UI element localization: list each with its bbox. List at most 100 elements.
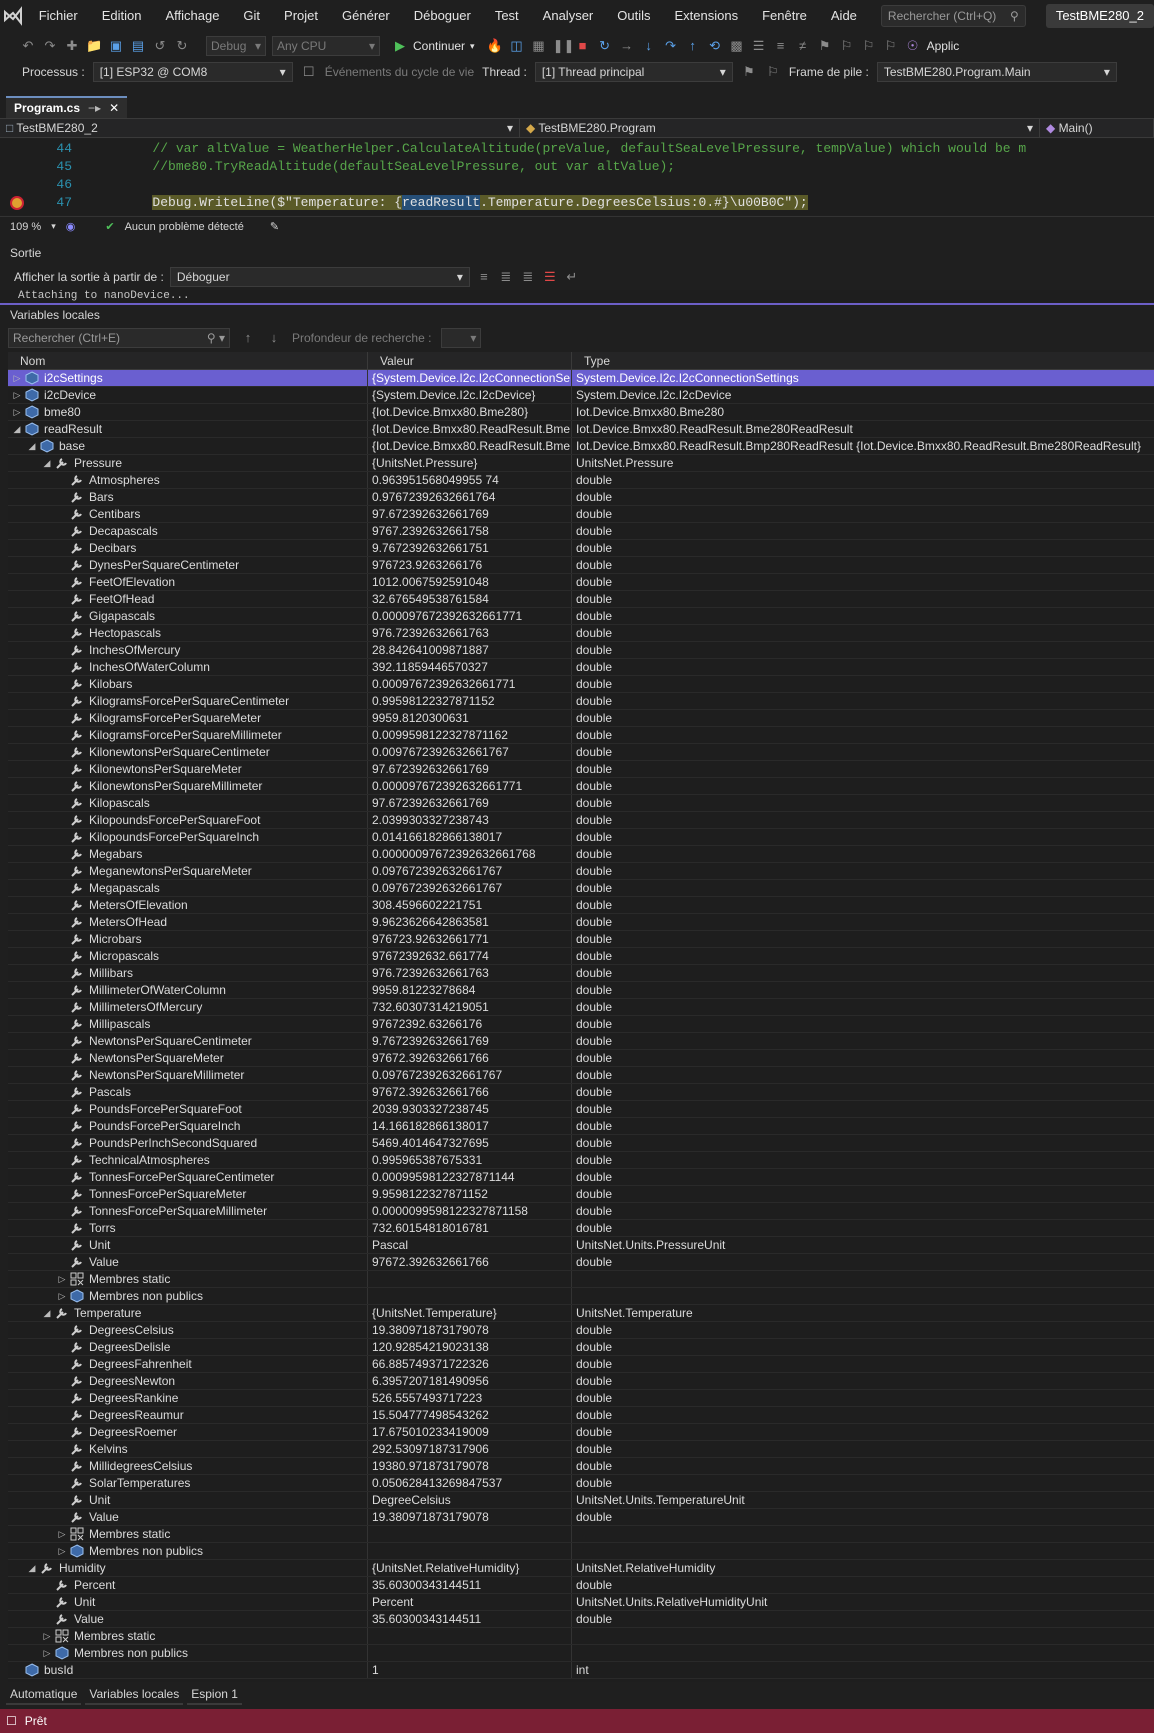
locals-value-cell[interactable]: 97.672392632661769 [368, 795, 572, 811]
locals-value-cell[interactable]: 308.4596602221751 [368, 897, 572, 913]
collapsed-triangle-icon[interactable]: ▷ [40, 1631, 54, 1642]
issues-status[interactable]: Aucun problème détecté [125, 221, 244, 233]
locals-row[interactable]: ▷ Membres static [8, 1526, 1154, 1543]
locals-value-cell[interactable]: {System.Device.I2c.I2cConnectionSe... [368, 370, 572, 386]
locals-value-cell[interactable]: 32.676549538761584 [368, 591, 572, 607]
search-down-icon[interactable]: ↓ [266, 330, 282, 346]
locals-value-cell[interactable]: 5469.4014647327695 [368, 1135, 572, 1151]
collapsed-triangle-icon[interactable]: ▷ [10, 390, 24, 401]
locals-value-cell[interactable]: 6.3957207181490956 [368, 1373, 572, 1389]
menu-item-test[interactable]: Test [483, 0, 531, 32]
code-editor[interactable]: 44 // var altValue = WeatherHelper.Calcu… [0, 139, 1154, 215]
menu-item-outils[interactable]: Outils [605, 0, 662, 32]
locals-row[interactable]: KilonewtonsPerSquareMeter 97.672392632661… [8, 761, 1154, 778]
expanded-triangle-icon[interactable]: ◢ [25, 441, 39, 452]
save-all-icon[interactable]: ▤ [130, 38, 146, 54]
open-folder-icon[interactable]: 📁 [86, 38, 102, 54]
locals-value-cell[interactable]: 9.9598122327871152 [368, 1186, 572, 1202]
collapsed-triangle-icon[interactable]: ▷ [40, 1648, 54, 1659]
locals-value-cell[interactable]: 0.0097672392632661767 [368, 744, 572, 760]
locals-value-cell[interactable]: {UnitsNet.RelativeHumidity} [368, 1560, 572, 1576]
locals-value-cell[interactable]: 0.995965387675331 [368, 1152, 572, 1168]
menu-item-d-boguer[interactable]: Déboguer [402, 0, 483, 32]
step-filter-icon[interactable]: ⟲ [707, 38, 723, 54]
menu-item-affichage[interactable]: Affichage [153, 0, 231, 32]
search-depth-combo[interactable]: ▾ [441, 328, 482, 348]
new-project-icon[interactable]: ✚ [64, 38, 80, 54]
layout-icon[interactable]: ▦ [531, 38, 547, 54]
locals-value-cell[interactable]: {Iot.Device.Bmxx80.ReadResult.Bme... [368, 421, 572, 437]
restart-icon[interactable]: ↻ [597, 38, 613, 54]
insights-icon[interactable]: ☉ [905, 38, 921, 54]
menu-item-git[interactable]: Git [231, 0, 272, 32]
forward-icon[interactable]: ↷ [42, 38, 58, 54]
locals-row[interactable]: ◢ Pressure {UnitsNet.Pressure} UnitsNet.Pre… [8, 455, 1154, 472]
lifecycle-events-label[interactable]: Événements du cycle de vie [325, 65, 474, 79]
locals-value-cell[interactable]: 2039.9303327238745 [368, 1101, 572, 1117]
stop-icon[interactable]: ■ [575, 38, 591, 54]
locals-value-cell[interactable]: {UnitsNet.Temperature} [368, 1305, 572, 1321]
locals-value-cell[interactable]: 976.72392632661763 [368, 965, 572, 981]
locals-row[interactable]: NewtonsPerSquareCentimeter 9.767239263266… [8, 1033, 1154, 1050]
locals-row[interactable]: ▷ i2cSettings {System.Device.I2c.I2cConnec… [8, 370, 1154, 387]
locals-value-cell[interactable]: 0.097672392632661767 [368, 863, 572, 879]
save-icon[interactable]: ▣ [108, 38, 124, 54]
breakpoint-current-line-icon[interactable] [10, 196, 24, 210]
locals-value-cell[interactable]: 9.9623626642863581 [368, 914, 572, 930]
locals-row[interactable]: Megabars 0.00000097672392632661768 double [8, 846, 1154, 863]
locals-row[interactable]: DegreesRankine 526.5557493717223 double [8, 1390, 1154, 1407]
locals-value-cell[interactable]: 392.11859446570327 [368, 659, 572, 675]
locals-row[interactable]: Bars 0.97672392632661764 double [8, 489, 1154, 506]
configuration-combo[interactable]: Debug ▾ [206, 36, 266, 56]
locals-row[interactable]: DegreesRoemer 17.675010233419009 double [8, 1424, 1154, 1441]
step-out-icon[interactable]: ↑ [685, 38, 701, 54]
lifecycle-events-icon[interactable]: ☐ [301, 64, 317, 80]
platform-combo[interactable]: Any CPU ▾ [272, 36, 380, 56]
locals-row[interactable]: MillidegreesCelsius 19380.971873179078 dou… [8, 1458, 1154, 1475]
collapsed-triangle-icon[interactable]: ▷ [10, 407, 24, 418]
word-wrap-icon[interactable]: ↵ [564, 269, 580, 285]
redo-icon[interactable]: ↻ [174, 38, 190, 54]
threads-icon[interactable]: ☰ [751, 38, 767, 54]
prev-message-icon[interactable]: ≣ [498, 269, 514, 285]
locals-row[interactable]: KilogramsForcePerSquareMillimeter 0.00995… [8, 727, 1154, 744]
locals-row[interactable]: ▷ i2cDevice {System.Device.I2c.I2cDevice} S… [8, 387, 1154, 404]
locals-value-cell[interactable]: 97672.392632661766 [368, 1254, 572, 1270]
locals-row[interactable]: ◢ base {Iot.Device.Bmxx80.ReadResult.Bme..… [8, 438, 1154, 455]
locals-row[interactable]: DynesPerSquareCentimeter 976723.926326617… [8, 557, 1154, 574]
flag-thread-icon[interactable]: ⚐ [765, 64, 781, 80]
locals-row[interactable]: DegreesFahrenheit 66.885749371722326 doubl… [8, 1356, 1154, 1373]
tab-espion-1[interactable]: Espion 1 [187, 1683, 242, 1705]
locals-value-cell[interactable]: 526.5557493717223 [368, 1390, 572, 1406]
locals-row[interactable]: TonnesForcePerSquareMeter 9.9598122327871… [8, 1186, 1154, 1203]
locals-row[interactable]: PoundsForcePerSquareInch 14.1661828661380… [8, 1118, 1154, 1135]
locals-value-cell[interactable]: 0.000097672392632661771 [368, 608, 572, 624]
column-header-value[interactable]: Valeur [368, 352, 572, 369]
locals-value-cell[interactable]: 0.00097672392632661771 [368, 676, 572, 692]
locals-value-cell[interactable]: 0.014166182866138017 [368, 829, 572, 845]
zoom-level[interactable]: 109 % [10, 221, 41, 233]
locals-row[interactable]: MillimetersOfMercury 732.60307314219051 do… [8, 999, 1154, 1016]
close-icon[interactable]: ✕ [109, 101, 119, 115]
locals-row[interactable]: InchesOfWaterColumn 392.11859446570327 dou… [8, 659, 1154, 676]
locals-row[interactable]: DegreesCelsius 19.380971873179078 double [8, 1322, 1154, 1339]
column-header-type[interactable]: Type [572, 352, 1154, 369]
locals-row[interactable]: Unit DegreeCelsius UnitsNet.Units.Temperat… [8, 1492, 1154, 1509]
locals-row[interactable]: Micropascals 97672392632.661774 double [8, 948, 1154, 965]
locals-row[interactable]: PoundsPerInchSecondSquared 5469.401464732… [8, 1135, 1154, 1152]
locals-value-cell[interactable]: {Iot.Device.Bmxx80.ReadResult.Bme... [368, 438, 572, 454]
locals-value-cell[interactable]: 66.885749371722326 [368, 1356, 572, 1372]
locals-row[interactable]: KilogramsForcePerSquareCentimeter 0.99598… [8, 693, 1154, 710]
menu-item-edition[interactable]: Edition [90, 0, 154, 32]
hot-reload-icon[interactable]: 🔥 [487, 38, 503, 54]
locals-value-cell[interactable]: 28.842641009871887 [368, 642, 572, 658]
hex-icon[interactable]: ▩ [729, 38, 745, 54]
collapsed-triangle-icon[interactable]: ▷ [55, 1529, 69, 1540]
locals-row[interactable]: KilogramsForcePerSquareMeter 9959.8120300… [8, 710, 1154, 727]
app-insights-label[interactable]: Applic [927, 39, 960, 53]
locals-row[interactable]: KilopoundsForcePerSquareFoot 2.0399303327… [8, 812, 1154, 829]
locals-row[interactable]: Decapascals 9767.2392632661758 double [8, 523, 1154, 540]
continue-button[interactable]: ▶ Continuer ▾ [386, 38, 481, 54]
locals-value-cell[interactable]: 17.675010233419009 [368, 1424, 572, 1440]
locals-value-cell[interactable]: 0.99598122327871152 [368, 693, 572, 709]
